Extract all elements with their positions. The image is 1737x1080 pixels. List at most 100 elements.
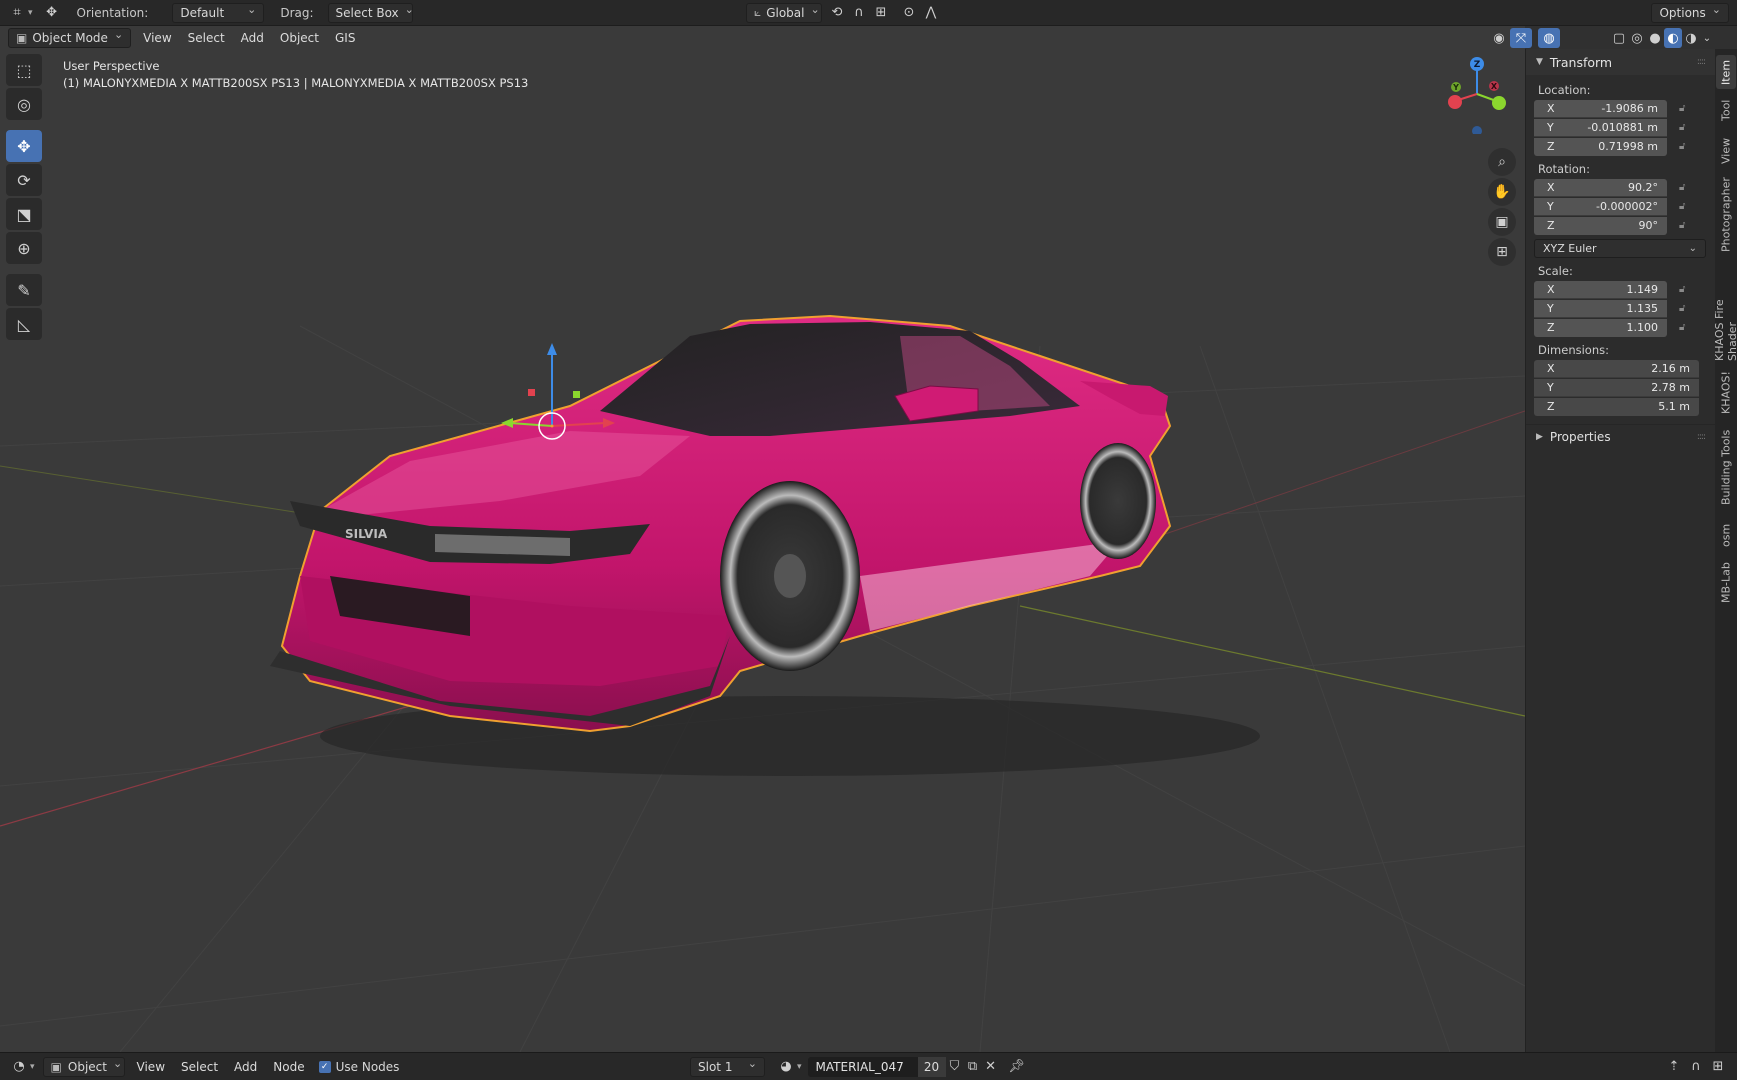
node-menu-node[interactable]: Node bbox=[265, 1057, 312, 1077]
use-nodes-toggle[interactable]: ✓ Use Nodes bbox=[318, 1060, 399, 1074]
lock-icon[interactable]: 🔓︎ bbox=[1679, 284, 1699, 295]
node-editor-type-icon[interactable]: ◔ bbox=[8, 1057, 30, 1077]
snap-icon[interactable]: ∩ bbox=[848, 3, 870, 23]
transform-orientation-dropdown[interactable]: ⟀ Global bbox=[746, 2, 822, 23]
location-y-field[interactable]: Y -0.010881 m bbox=[1534, 118, 1667, 137]
front-wheel-hub bbox=[774, 554, 806, 598]
object-mode-dropdown[interactable]: ▣ Object Mode bbox=[8, 27, 132, 48]
lock-icon[interactable]: 🔓︎ bbox=[1679, 122, 1699, 133]
proportional-editing-icon[interactable]: ⊙ bbox=[898, 3, 920, 23]
lock-icon[interactable]: 🔓︎ bbox=[1679, 322, 1699, 333]
menu-view[interactable]: View bbox=[135, 28, 179, 48]
rotation-z-field[interactable]: Z 90° bbox=[1534, 216, 1667, 235]
3d-viewport[interactable]: User Perspective (1) MALONYXMEDIA X MATT… bbox=[0, 26, 1525, 1052]
orientation-dropdown[interactable]: Default bbox=[172, 2, 265, 23]
z-arrow-icon bbox=[547, 343, 557, 355]
scale-z-field[interactable]: Z 1.100 bbox=[1534, 318, 1667, 337]
slot-dropdown[interactable]: Slot 1 bbox=[690, 1056, 765, 1077]
zoom-icon[interactable]: ⌕ bbox=[1488, 148, 1516, 176]
properties-panel-header[interactable]: ▶ Properties :::: bbox=[1526, 424, 1715, 448]
drag-handle-icon[interactable]: :::: bbox=[1697, 432, 1706, 442]
tab-khaos[interactable]: KHAOS! bbox=[1716, 369, 1736, 417]
car-model[interactable]: SILVIA bbox=[270, 286, 1310, 806]
location-y-value: -0.010881 m bbox=[1587, 120, 1658, 134]
scale-y-field[interactable]: Y 1.135 bbox=[1534, 299, 1667, 318]
measure-icon[interactable]: ◺ bbox=[6, 308, 42, 340]
perspective-grid-icon[interactable]: ⊞ bbox=[1488, 238, 1516, 266]
dimensions-y-field[interactable]: Y 2.78 m bbox=[1534, 378, 1699, 397]
material-name-field[interactable]: MATERIAL_047 bbox=[807, 1056, 918, 1077]
menu-object[interactable]: Object bbox=[272, 28, 327, 48]
navigation-gizmo[interactable]: Z X Y bbox=[1440, 54, 1510, 134]
menu-add[interactable]: Add bbox=[233, 28, 272, 48]
options-dropdown[interactable]: Options bbox=[1651, 2, 1729, 23]
transform-gizmo[interactable] bbox=[495, 341, 625, 471]
material-user-count[interactable]: 20 bbox=[917, 1056, 946, 1077]
wireframe-shading-icon[interactable]: ◎ bbox=[1628, 28, 1646, 48]
dimensions-z-field[interactable]: Z 5.1 m bbox=[1534, 397, 1699, 416]
tab-mb-lab[interactable]: MB-Lab bbox=[1716, 557, 1736, 609]
lock-icon[interactable]: 🔓︎ bbox=[1679, 303, 1699, 314]
menu-select[interactable]: Select bbox=[180, 28, 233, 48]
visibility-icon[interactable]: ◉ bbox=[1488, 28, 1510, 48]
tab-item[interactable]: Item bbox=[1716, 55, 1736, 89]
transform-icon[interactable]: ⊕ bbox=[6, 232, 42, 264]
material-shading-icon[interactable]: ◐ bbox=[1664, 28, 1682, 48]
editor-type-icon[interactable]: ⌗ bbox=[6, 3, 28, 23]
tab-building-tools[interactable]: Building Tools bbox=[1716, 421, 1736, 513]
parent-node-tree-icon[interactable]: ⇡ bbox=[1663, 1057, 1685, 1077]
annotate-icon[interactable]: ✎ bbox=[6, 274, 42, 306]
scale-icon[interactable]: ⬔ bbox=[6, 198, 42, 230]
unlink-close-icon[interactable]: ✕ bbox=[982, 1057, 1000, 1077]
select-box-icon[interactable]: ⬚ bbox=[6, 54, 42, 86]
lock-icon[interactable]: 🔓︎ bbox=[1679, 182, 1699, 193]
move-gizmo-icon[interactable]: ✥ bbox=[41, 3, 63, 23]
dimensions-x-field[interactable]: X 2.16 m bbox=[1534, 359, 1699, 378]
lock-icon[interactable]: 🔓︎ bbox=[1679, 141, 1699, 152]
tab-photographer[interactable]: Photographer bbox=[1716, 175, 1736, 255]
tab-view[interactable]: View bbox=[1716, 131, 1736, 171]
transform-panel-header[interactable]: ▼ Transform :::: bbox=[1526, 49, 1715, 75]
snap-increment-icon[interactable]: ⊞ bbox=[870, 3, 892, 23]
pivot-point-icon[interactable]: ⟲ bbox=[826, 3, 848, 23]
snap-settings-icon[interactable]: ⊞ bbox=[1707, 1057, 1729, 1077]
rotation-fields: X 90.2° 🔓︎ Y -0.000002° 🔓︎ Z 90° 🔓︎ bbox=[1526, 178, 1715, 235]
solid-shading-icon[interactable]: ● bbox=[1646, 28, 1664, 48]
pan-hand-icon[interactable]: ✋ bbox=[1488, 178, 1516, 206]
gizmo-toggle-icon[interactable]: ⤧ bbox=[1510, 28, 1532, 48]
cursor-icon[interactable]: ◎ bbox=[6, 88, 42, 120]
location-z-field[interactable]: Z 0.71998 m bbox=[1534, 137, 1667, 156]
node-object-dropdown[interactable]: ▣ Object bbox=[42, 1056, 125, 1077]
rotation-x-field[interactable]: X 90.2° bbox=[1534, 178, 1667, 197]
snap-icon[interactable]: ∩ bbox=[1685, 1057, 1707, 1077]
falloff-icon[interactable]: ⋀ bbox=[920, 3, 942, 23]
node-menu-view[interactable]: View bbox=[129, 1057, 173, 1077]
location-x-field[interactable]: X -1.9086 m bbox=[1534, 99, 1667, 118]
rotation-y-field[interactable]: Y -0.000002° bbox=[1534, 197, 1667, 216]
shading-options-icon[interactable]: ⌄ bbox=[1700, 28, 1714, 48]
tab-khaos-fire-shader[interactable]: KHAOS Fire Shader bbox=[1713, 259, 1737, 365]
camera-icon[interactable]: ▣ bbox=[1488, 208, 1516, 236]
overlay-toggle-icon[interactable]: ◍ bbox=[1538, 28, 1560, 48]
rendered-shading-icon[interactable]: ◑ bbox=[1682, 28, 1700, 48]
fake-user-shield-icon[interactable]: ⛉ bbox=[946, 1057, 964, 1077]
material-sphere-icon[interactable]: ◕ bbox=[775, 1057, 797, 1077]
lock-icon[interactable]: 🔓︎ bbox=[1679, 103, 1699, 114]
node-menu-add[interactable]: Add bbox=[226, 1057, 265, 1077]
drag-dropdown[interactable]: Select Box bbox=[327, 2, 413, 23]
pin-icon[interactable]: 📌︎ bbox=[1006, 1057, 1028, 1077]
tab-tool[interactable]: Tool bbox=[1716, 93, 1736, 127]
move-icon[interactable]: ✥ bbox=[6, 130, 42, 162]
scale-x-field[interactable]: X 1.149 bbox=[1534, 280, 1667, 299]
lock-icon[interactable]: 🔓︎ bbox=[1679, 220, 1699, 231]
lock-icon[interactable]: 🔓︎ bbox=[1679, 201, 1699, 212]
rotation-mode-dropdown[interactable]: XYZ Euler ⌄ bbox=[1534, 239, 1706, 258]
tab-osm[interactable]: osm bbox=[1716, 517, 1736, 553]
xray-icon[interactable]: ▢ bbox=[1610, 28, 1628, 48]
node-menu-select[interactable]: Select bbox=[173, 1057, 226, 1077]
menu-gis[interactable]: GIS bbox=[327, 28, 363, 48]
duplicate-material-icon[interactable]: ⧉ bbox=[964, 1057, 982, 1077]
checkbox-checked-icon[interactable]: ✓ bbox=[318, 1060, 331, 1073]
drag-handle-icon[interactable]: :::: bbox=[1697, 57, 1706, 67]
rotate-icon[interactable]: ⟳ bbox=[6, 164, 42, 196]
